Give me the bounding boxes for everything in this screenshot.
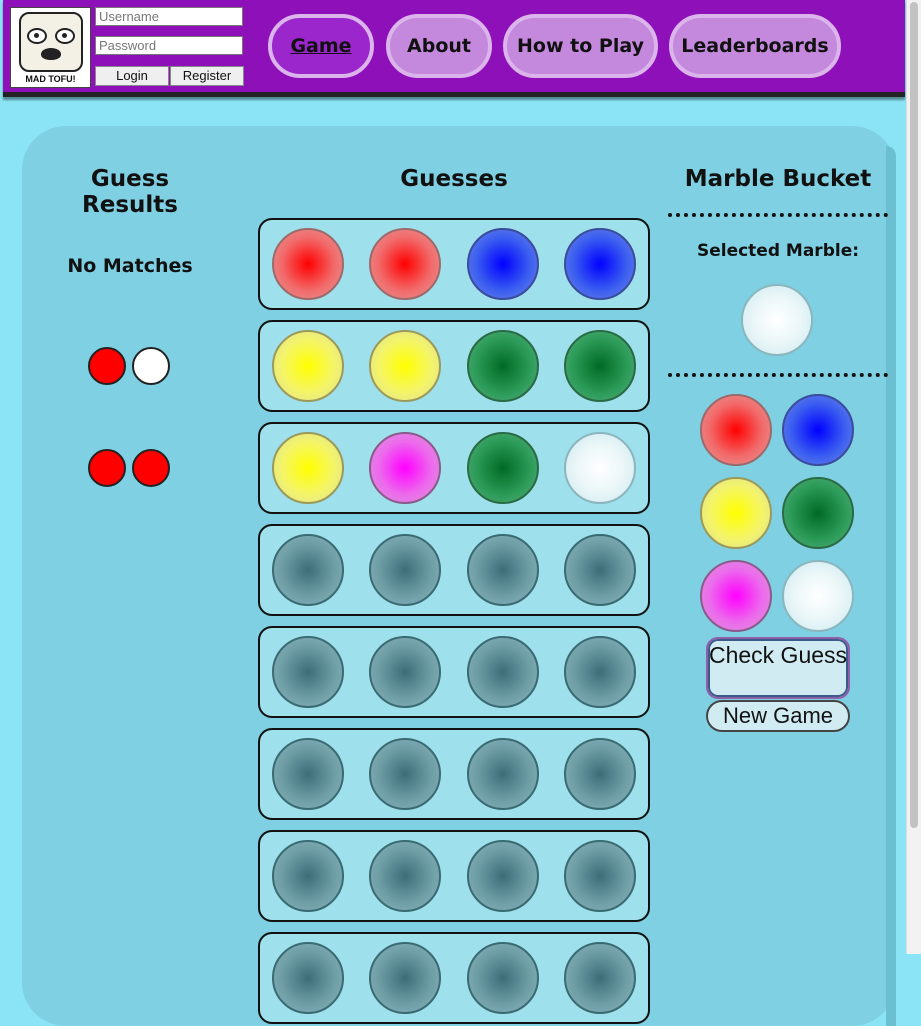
check-guess-button[interactable]: Check Guess xyxy=(706,637,850,699)
yellow-marble xyxy=(272,432,344,504)
empty-marble-slot[interactable] xyxy=(272,840,344,912)
tofu-face-icon xyxy=(19,12,83,72)
red-marble xyxy=(272,228,344,300)
nav-about[interactable]: About xyxy=(386,14,492,78)
password-input[interactable] xyxy=(95,36,243,55)
green-marble xyxy=(467,432,539,504)
empty-marble-slot[interactable] xyxy=(467,534,539,606)
divider xyxy=(668,213,888,217)
logo-text: MAD TOFU! xyxy=(25,74,76,84)
guess-results-title: Guess Results xyxy=(82,166,178,218)
mouth-icon xyxy=(41,48,61,60)
white-result-peg xyxy=(132,347,170,385)
login-button[interactable]: Login xyxy=(95,66,169,86)
empty-marble-slot[interactable] xyxy=(564,942,636,1014)
empty-marble-slot[interactable] xyxy=(272,534,344,606)
empty-marble-slot[interactable] xyxy=(467,738,539,810)
red-marble xyxy=(369,228,441,300)
empty-marble-slot[interactable] xyxy=(564,636,636,708)
empty-marble-slot[interactable] xyxy=(272,942,344,1014)
empty-marble-slot[interactable] xyxy=(467,840,539,912)
red-bucket-marble[interactable] xyxy=(700,394,772,466)
empty-marble-slot[interactable] xyxy=(369,738,441,810)
red-result-peg xyxy=(88,347,126,385)
blue-marble xyxy=(467,228,539,300)
empty-marble-slot[interactable] xyxy=(272,636,344,708)
register-button[interactable]: Register xyxy=(170,66,244,86)
marble-bucket-title: Marble Bucket xyxy=(684,166,872,192)
yellow-marble xyxy=(369,330,441,402)
username-input[interactable] xyxy=(95,7,243,26)
site-header: MAD TOFU! Login Register Game About How … xyxy=(3,0,905,97)
yellow-marble xyxy=(272,330,344,402)
white-bucket-marble[interactable] xyxy=(782,560,854,632)
mad-tofu-logo[interactable]: MAD TOFU! xyxy=(10,7,91,88)
nav-game[interactable]: Game xyxy=(268,14,374,78)
blue-marble xyxy=(564,228,636,300)
green-marble xyxy=(467,330,539,402)
empty-marble-slot[interactable] xyxy=(564,738,636,810)
new-game-button[interactable]: New Game xyxy=(706,700,850,732)
white-marble xyxy=(564,432,636,504)
red-result-peg xyxy=(88,449,126,487)
empty-marble-slot[interactable] xyxy=(369,534,441,606)
empty-marble-slot[interactable] xyxy=(369,636,441,708)
eye-icon xyxy=(27,28,47,44)
scrollbar[interactable] xyxy=(906,0,921,954)
empty-marble-slot[interactable] xyxy=(369,942,441,1014)
empty-marble-slot[interactable] xyxy=(564,840,636,912)
white-selected-marble xyxy=(741,284,813,356)
guesses-title: Guesses xyxy=(400,166,508,192)
empty-marble-slot[interactable] xyxy=(564,534,636,606)
yellow-bucket-marble[interactable] xyxy=(700,477,772,549)
magenta-bucket-marble[interactable] xyxy=(700,560,772,632)
blue-bucket-marble[interactable] xyxy=(782,394,854,466)
divider xyxy=(668,373,888,377)
empty-marble-slot[interactable] xyxy=(467,636,539,708)
green-bucket-marble[interactable] xyxy=(782,477,854,549)
red-result-peg xyxy=(132,449,170,487)
nav-how-to-play[interactable]: How to Play xyxy=(503,14,658,78)
magenta-marble xyxy=(369,432,441,504)
result-text: No Matches xyxy=(67,255,193,277)
selected-marble-label: Selected Marble: xyxy=(696,241,860,261)
empty-marble-slot[interactable] xyxy=(369,840,441,912)
nav-leaderboards[interactable]: Leaderboards xyxy=(669,14,841,78)
empty-marble-slot[interactable] xyxy=(467,942,539,1014)
empty-marble-slot[interactable] xyxy=(272,738,344,810)
eye-icon xyxy=(55,28,75,44)
green-marble xyxy=(564,330,636,402)
scrollbar-thumb[interactable] xyxy=(910,2,918,828)
